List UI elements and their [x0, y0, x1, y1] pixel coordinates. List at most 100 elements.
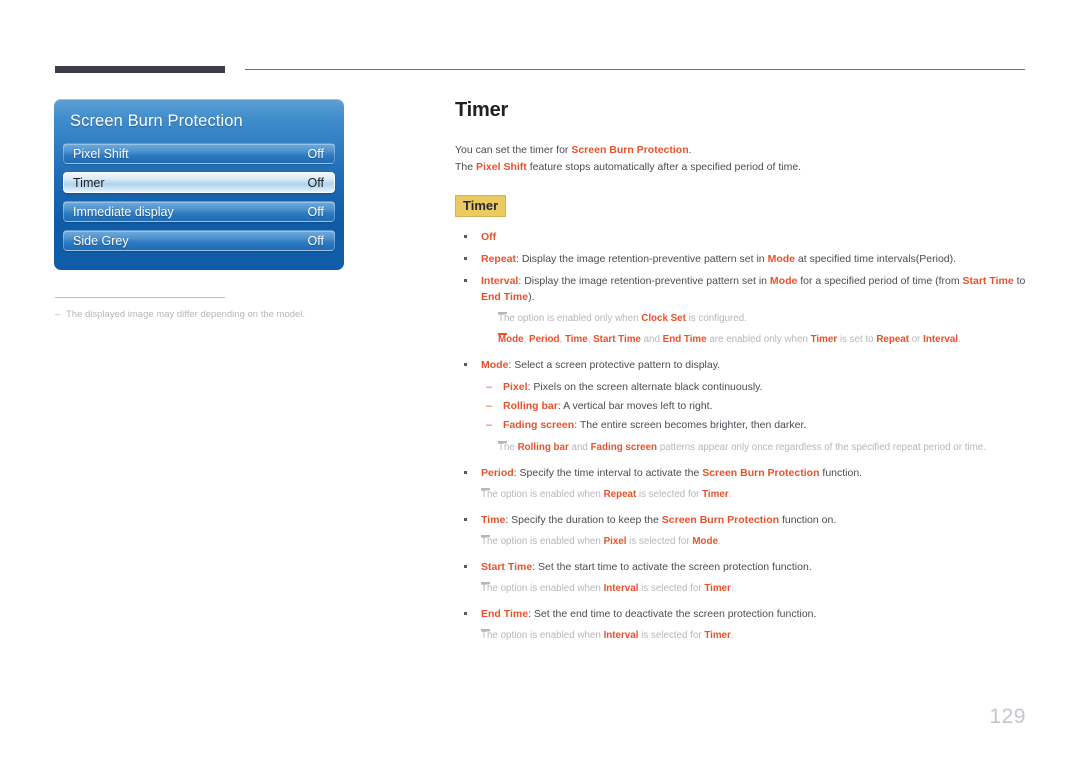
bullet-interval-text-3: to [1013, 275, 1026, 287]
bullet-dot-icon [464, 235, 467, 238]
footnote-divider [55, 297, 225, 298]
footnote-text: The displayed image may differ depending… [66, 309, 306, 320]
bullet-interval-text-2: for a specified period of time (from [797, 275, 963, 287]
bullet-dot-icon [464, 518, 467, 521]
subbullet-dash-icon: – [486, 419, 493, 431]
bullet-end-time-term: End Time [481, 608, 529, 620]
osd-row-label: Immediate display [73, 205, 174, 219]
osd-row-pixel-shift[interactable]: Pixel Shift Off [63, 143, 335, 164]
note-dash-icon [481, 629, 490, 631]
bullet-period-term: Period [481, 467, 514, 479]
bullet-off: Off [455, 229, 1027, 245]
note-modes-em-timer: Timer [810, 334, 838, 345]
subbullet-fading-text: : The entire screen becomes brighter, th… [574, 419, 807, 431]
note-modes-em-interval: Interval [923, 334, 959, 345]
note-period-text-c: . [728, 489, 732, 500]
bullet-mode-term: Mode [481, 359, 509, 371]
page-number: 129 [989, 705, 1026, 728]
note-clock-text-b: is configured. [685, 313, 747, 324]
note-dash-icon [498, 312, 507, 314]
bullet-time: Time: Specify the duration to keep the S… [455, 512, 1027, 528]
bullet-dot-icon [464, 471, 467, 474]
note-time-enabled: The option is enabled when Pixel is sele… [455, 534, 1027, 549]
bullet-time-text-2: function on. [779, 514, 837, 526]
bullet-interval-text-4: ). [528, 291, 535, 303]
note-period-em-timer: Timer [702, 489, 729, 500]
osd-row-label: Pixel Shift [73, 147, 129, 161]
bullet-dot-icon [464, 565, 467, 568]
left-footnote: – The displayed image may differ dependin… [55, 297, 355, 321]
footnote-text-line: – The displayed image may differ dependin… [55, 308, 355, 321]
note-patterns: The Rolling bar and Fading screen patter… [455, 440, 1027, 455]
note-period-em-repeat: Repeat [603, 489, 637, 500]
bullet-dot-icon [464, 279, 467, 282]
bullet-start-time-term: Start Time [481, 561, 533, 573]
osd-row-value: Off [307, 205, 324, 219]
note-patterns-text-c: patterns appear only once regardless of … [657, 442, 986, 453]
bullet-dot-icon [464, 612, 467, 615]
bullet-start-time: Start Time: Set the start time to activa… [455, 559, 1027, 575]
subbullet-dash-icon: – [486, 381, 493, 393]
bullet-end-time: End Time: Set the end time to deactivate… [455, 606, 1027, 622]
note-start-em-timer: Timer [704, 583, 731, 594]
osd-row-timer[interactable]: Timer Off [63, 172, 335, 193]
osd-row-value: Off [307, 147, 324, 161]
bullet-time-term: Time [481, 514, 506, 526]
bullet-period-text-1: : Specify the time interval to activate … [513, 467, 703, 479]
note-end-text-a: The option is enabled when [481, 630, 604, 641]
subbullet-fading-term: Fading screen [503, 419, 575, 431]
note-patterns-text-b: and [568, 442, 591, 453]
note-modes-em-mode: Mode [498, 334, 524, 345]
note-period-enabled: The option is enabled when Repeat is sel… [455, 487, 1027, 502]
section-badge-timer: Timer [455, 195, 507, 217]
note-start-text-c: . [730, 583, 734, 594]
intro-2-emphasis: Pixel Shift [476, 161, 527, 173]
note-modes-em-end-time: End Time [662, 334, 707, 345]
subbullet-fading-screen: – Fading screen: The entire screen becom… [455, 417, 1027, 433]
bullet-period-text-2: function. [819, 467, 863, 479]
bullet-interval-emphasis-start-time: Start Time [962, 275, 1014, 287]
note-time-em-mode: Mode [692, 536, 718, 547]
intro-1-text-c: . [688, 144, 692, 156]
note-period-text-a: The option is enabled when [481, 489, 604, 500]
bullet-period: Period: Specify the time interval to act… [455, 465, 1027, 481]
note-end-time-enabled: The option is enabled when Interval is s… [455, 628, 1027, 643]
subbullet-rolling-text: : A vertical bar moves left to right. [557, 400, 713, 412]
note-end-text-c: . [730, 630, 734, 641]
note-modes-em-repeat: Repeat [876, 334, 910, 345]
osd-row-label: Side Grey [73, 234, 129, 248]
note-enabled-modes: Mode, Period, Time, Start Time and End T… [455, 332, 1027, 347]
bullet-repeat: Repeat: Display the image retention-prev… [455, 251, 1027, 267]
note-clock-set: The option is enabled only when Clock Se… [455, 311, 1027, 326]
bullet-interval-emphasis-end-time: End Time [481, 291, 529, 303]
bullet-time-text-1: : Specify the duration to keep the [505, 514, 662, 526]
osd-row-side-grey[interactable]: Side Grey Off [63, 230, 335, 251]
note-time-text-b: is selected for [626, 536, 693, 547]
note-end-em-interval: Interval [603, 630, 639, 641]
osd-row-label: Timer [73, 176, 105, 190]
bullet-repeat-text-1: : Display the image retention-preventive… [516, 253, 768, 265]
bullet-end-time-text: : Set the end time to deactivate the scr… [528, 608, 817, 620]
note-modes-em-time: Time [564, 334, 588, 345]
osd-panel-screen-burn-protection: Screen Burn Protection Pixel Shift Off T… [54, 99, 344, 270]
bullet-period-emphasis: Screen Burn Protection [702, 467, 820, 479]
bullet-dot-icon [464, 363, 467, 366]
header-rule [55, 66, 1025, 73]
note-dash-icon [498, 441, 507, 443]
intro-2-text-a: The [455, 161, 477, 173]
note-time-text-a: The option is enabled when [481, 536, 604, 547]
bullet-repeat-text-2: at specified time intervals(Period). [795, 253, 957, 265]
note-modes-em-start-time: Start Time [593, 334, 641, 345]
header-rule-thick [55, 66, 225, 73]
note-patterns-em-fading: Fading screen [590, 442, 657, 453]
bullet-interval-text-1: : Display the image retention-preventive… [518, 275, 770, 287]
note-dash-icon [481, 488, 490, 490]
intro-1-text-a: You can set the timer for [455, 144, 572, 156]
note-start-em-interval: Interval [603, 583, 639, 594]
bullet-repeat-emphasis-mode: Mode [767, 253, 795, 265]
osd-menu-list: Pixel Shift Off Timer Off Immediate disp… [63, 143, 335, 259]
bullet-interval-emphasis-mode: Mode [769, 275, 798, 287]
osd-row-immediate-display[interactable]: Immediate display Off [63, 201, 335, 222]
subbullet-rolling-term: Rolling bar [503, 400, 558, 412]
note-patterns-em-rolling: Rolling bar [517, 442, 569, 453]
